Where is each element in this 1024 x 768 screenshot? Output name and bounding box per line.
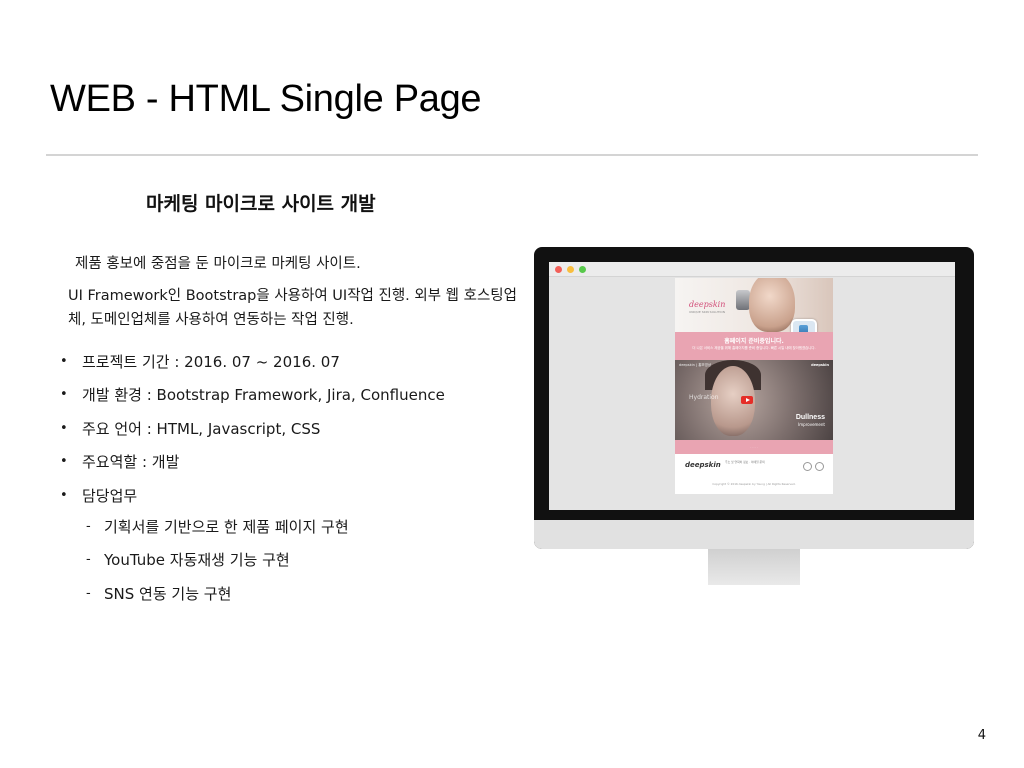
website-screenshot: deepskin UNIQUE SKIN SOLUTION 홈페이지 준비중입니… <box>675 278 833 494</box>
bullet-environment: 개발 환경 : Bootstrap Framework, Jira, Confl… <box>56 383 526 416</box>
slide-title: WEB - HTML Single Page <box>50 78 482 120</box>
bullet-languages: 주요 언어 : HTML, Javascript, CSS <box>56 417 526 450</box>
footer-info: 주소 및 연락처 정보 · 이메일 문의 <box>725 460 765 464</box>
model-image <box>749 278 795 332</box>
page-number: 4 <box>977 728 986 743</box>
bullet-tasks: 담당업무 <box>56 484 526 517</box>
minimize-window-icon <box>567 266 574 273</box>
pink-bar-text: · · · · · <box>749 445 759 449</box>
browser-toolbar <box>549 262 955 277</box>
site-footer: deepskin 주소 및 연락처 정보 · 이메일 문의 Copyright … <box>675 454 833 494</box>
title-divider <box>46 154 978 156</box>
monitor-chin <box>534 520 974 549</box>
intro-line-1: 제품 홍보에 중점을 둔 마이크로 마케팅 사이트. <box>75 256 361 272</box>
close-window-icon <box>555 266 562 273</box>
product-bottle-image <box>736 290 750 310</box>
footer-brand-logo: deepskin <box>685 461 721 469</box>
hydration-text: Hydration <box>689 394 719 401</box>
video-player: deepskin | 홍보영상 deepskin Hydration Dulln… <box>675 360 833 440</box>
bullet-role: 주요역할 : 개발 <box>56 450 526 483</box>
pink-divider-band: · · · · · <box>675 440 833 454</box>
video-title: deepskin | 홍보영상 <box>679 363 712 367</box>
notice-band: 홈페이지 준비중입니다. 더 나은 서비스 제공을 위해 홈페이지를 준비 중입… <box>675 332 833 360</box>
project-details-list: 프로젝트 기간 : 2016. 07 ~ 2016. 07 개발 환경 : Bo… <box>56 350 526 517</box>
notice-text: 더 나은 서비스 제공을 위해 홈페이지를 준비 중입니다. 빠른 시일 내에 … <box>692 346 816 350</box>
footer-copyright: Copyright © 2016 deepskin by Young | All… <box>712 482 796 486</box>
video-brand: deepskin <box>811 363 829 367</box>
task-item: 기획서를 기반으로 한 제품 페이지 구현 <box>84 515 349 548</box>
notice-title: 홈페이지 준비중입니다. <box>724 338 784 345</box>
intro-line-2: UI Framework인 Bootstrap을 사용하여 UI작업 진행. 외… <box>68 288 517 328</box>
dullness-text: Dullness <box>795 414 825 421</box>
task-item: SNS 연동 기능 구현 <box>84 582 349 615</box>
intro-text: 제품 홍보에 중점을 둔 마이크로 마케팅 사이트. UI Framework인… <box>60 252 520 340</box>
section-subtitle: 마케팅 마이크로 사이트 개발 <box>146 193 376 215</box>
brand-logo: deepskin <box>689 300 726 309</box>
facebook-icon <box>803 462 812 471</box>
instagram-icon <box>815 462 824 471</box>
tasks-list: 기획서를 기반으로 한 제품 페이지 구현 YouTube 자동재생 기능 구현… <box>84 515 349 615</box>
monitor-stand <box>708 549 800 585</box>
maximize-window-icon <box>579 266 586 273</box>
brand-tagline: UNIQUE SKIN SOLUTION <box>689 310 725 314</box>
improvement-text: Improvement <box>798 422 825 427</box>
task-item: YouTube 자동재생 기능 구현 <box>84 548 349 581</box>
youtube-play-icon <box>741 396 753 404</box>
bullet-period: 프로젝트 기간 : 2016. 07 ~ 2016. 07 <box>56 350 526 383</box>
monitor-screen: deepskin UNIQUE SKIN SOLUTION 홈페이지 준비중입니… <box>549 262 955 510</box>
